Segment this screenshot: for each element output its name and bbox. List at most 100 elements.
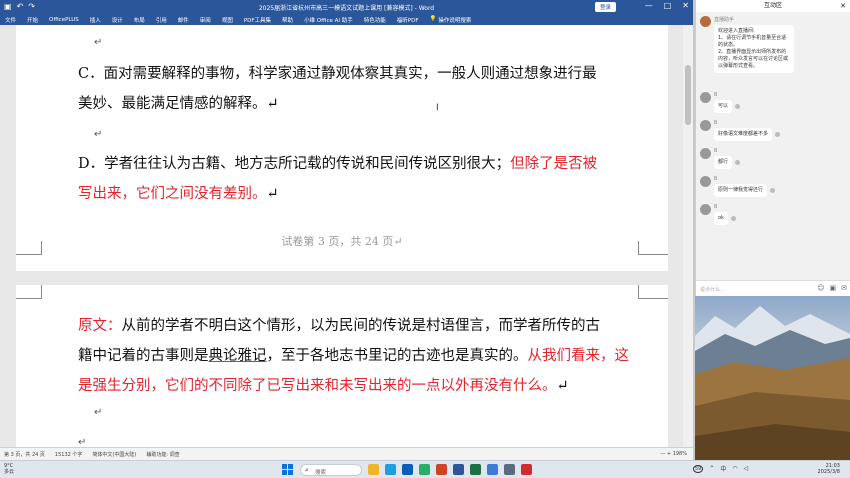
tab-ai-assistant[interactable]: 小维 Office AI 助手	[304, 16, 353, 24]
tab-features[interactable]: 特色功能	[364, 16, 386, 24]
document-page-4[interactable]: 原文：从前的学者不明白这个情形，以为民间的传说是村语俚言，而学者所传的古 籍中记…	[16, 285, 668, 447]
vertical-scrollbar[interactable]	[683, 25, 693, 447]
option-c-line-2: 美妙、最能满足情感的解释。↵	[78, 96, 279, 112]
word-window: ▣ ↶ ↷ 2025届浙江省杭州市高三一模语文试题上课用 [兼容模式] - Wo…	[0, 0, 693, 460]
tab-mailings[interactable]: 邮件	[178, 16, 189, 24]
maximize-button[interactable]: □	[664, 1, 672, 10]
tell-me-search[interactable]: 💡 操作说明搜索	[429, 16, 471, 24]
ribbon-tabs: 文件 开始 OfficePLUS 插入 设计 布局 引用 邮件 审阅 视图 PD…	[0, 14, 693, 25]
chat-input[interactable]: 说点什么... ☺ ▣ ✉	[696, 280, 850, 296]
page-count[interactable]: 第 3 页，共 24 页	[4, 451, 45, 458]
option-c-paragraph[interactable]: C．面对需要解释的事物，科学家通过静观体察其真实，一般人则通过想象进行最 美妙、…	[78, 59, 638, 119]
excel-icon[interactable]	[470, 464, 481, 475]
weather-description: 多云	[4, 469, 15, 475]
status-dot-icon	[770, 188, 776, 193]
gift-icon[interactable]: ✉	[841, 284, 847, 292]
app2-icon[interactable]	[504, 464, 515, 475]
system-clock[interactable]: 21:03 2025/3/8	[818, 463, 840, 475]
source-text-1: 从前的学者不明白这个情形，以为民间的传说是村语俚言，而学者所传的古	[121, 318, 601, 334]
search-icon: ⌕	[305, 466, 309, 474]
sender-name: B	[714, 176, 718, 182]
tab-foxit-pdf[interactable]: 福昕PDF	[397, 16, 419, 24]
tab-layout[interactable]: 布局	[134, 16, 145, 24]
tab-pdf-tools[interactable]: PDF工具集	[244, 16, 271, 24]
chat-message: B 好像语文难度都差不多	[700, 120, 781, 141]
smile-icon[interactable]: ☺	[817, 284, 824, 292]
chevron-up-icon[interactable]: ⌃	[709, 465, 714, 472]
tab-design[interactable]: 设计	[112, 16, 123, 24]
window-controls: — □ ✕	[645, 1, 689, 10]
paragraph-mark: ↵	[94, 407, 103, 418]
word-count[interactable]: 15132 个字	[55, 451, 83, 458]
paragraph-mark: ↵	[94, 37, 103, 48]
powerpoint-icon[interactable]	[436, 464, 447, 475]
page-footer: 试卷第 3 页，共 24 页↵	[281, 235, 403, 248]
sender-name: B	[714, 204, 718, 210]
app-icon[interactable]	[487, 464, 498, 475]
crop-mark	[16, 254, 42, 268]
message-text: 好像语文难度都差不多	[714, 128, 773, 141]
document-title: 2025届浙江省杭州市高三一模语文试题上课用 [兼容模式] - Word	[258, 5, 435, 12]
chat-message: B ok	[700, 204, 736, 225]
speaker-icon[interactable]: ◁	[744, 465, 749, 472]
source-text-paragraph[interactable]: 原文：从前的学者不明白这个情形，以为民间的传说是村语俚言，而学者所传的古 籍中记…	[78, 311, 658, 401]
input-language[interactable]: 中	[720, 464, 726, 473]
tab-officeplus[interactable]: OfficePLUS	[49, 17, 79, 23]
taskbar-search[interactable]: ⌕ 搜索	[300, 464, 362, 476]
welcome-message: 欢迎进入直播间: 1、请在行调节手机音量至合适的状态。 2、直播界面显示出师所发…	[714, 25, 794, 73]
crop-mark	[638, 241, 652, 255]
title-bar: ▣ ↶ ↷ 2025届浙江省杭州市高三一模语文试题上课用 [兼容模式] - Wo…	[0, 0, 693, 14]
text-cursor-icon: I	[436, 103, 439, 113]
system-tray: 59 ⌃ 中 ◠ ◁	[693, 464, 748, 473]
wifi-icon[interactable]: ◠	[732, 465, 737, 472]
tab-home[interactable]: 开始	[27, 16, 38, 24]
avatar	[700, 204, 711, 215]
panel-title: 互动区	[763, 2, 782, 9]
login-button[interactable]: 登录	[595, 2, 617, 12]
zoom-control[interactable]: — + 198%	[660, 451, 687, 457]
tab-view[interactable]: 视图	[222, 16, 233, 24]
option-d-paragraph[interactable]: D．学者往往认为古籍、地方志所记载的传说和民间传说区别很大；但除了是否被 写出来…	[78, 149, 638, 209]
image-icon[interactable]: ▣	[830, 284, 837, 292]
status-dot-icon	[775, 132, 781, 137]
sender-name: 直播助手	[714, 17, 735, 23]
notification-badge[interactable]: 59	[693, 464, 704, 473]
message-text: 原则一律我觉得还行	[714, 184, 768, 197]
crop-mark	[28, 241, 42, 255]
option-c-line-1: C．面对需要解释的事物，科学家通过静观体察其真实，一般人则通过想象进行最	[78, 66, 597, 82]
taskbar-apps	[368, 464, 532, 475]
minimize-button[interactable]: —	[645, 1, 653, 10]
close-icon[interactable]: ✕	[840, 0, 846, 12]
edge-icon[interactable]	[385, 464, 396, 475]
status-dot-icon	[735, 104, 741, 109]
tab-insert[interactable]: 插入	[90, 16, 101, 24]
tab-file[interactable]: 文件	[5, 16, 16, 24]
chat-message: B 原则一律我觉得还行	[700, 176, 776, 197]
tab-help[interactable]: 帮助	[282, 16, 293, 24]
windows-start-icon[interactable]	[282, 464, 293, 475]
message-text: ok	[714, 212, 728, 225]
app3-icon[interactable]	[521, 464, 532, 475]
avatar	[700, 16, 711, 27]
tab-review[interactable]: 审阅	[200, 16, 211, 24]
store-icon[interactable]	[402, 464, 413, 475]
taskbar: 9°C 多云 ⌕ 搜索 59 ⌃ 中 ◠ ◁ 21:03 2025/3/8	[0, 460, 850, 478]
paragraph-mark: ↵	[266, 186, 279, 202]
crop-mark	[638, 298, 668, 312]
sender-name: B	[714, 92, 718, 98]
scrollbar-thumb[interactable]	[685, 65, 691, 125]
document-page-3[interactable]: ↵ C．面对需要解释的事物，科学家通过静观体察其真实，一般人则通过想象进行最 美…	[16, 25, 668, 271]
wechat-icon[interactable]	[419, 464, 430, 475]
avatar	[700, 176, 711, 187]
language-status[interactable]: 简体中文(中国大陆)	[92, 451, 136, 458]
weather-widget[interactable]: 9°C 多云	[4, 463, 14, 475]
paragraph-mark: ↵	[78, 437, 87, 447]
word-icon[interactable]	[453, 464, 464, 475]
accessibility-status[interactable]: 辅助功能: 调查	[146, 451, 179, 458]
tab-references[interactable]: 引用	[156, 16, 167, 24]
document-canvas[interactable]: ↵ C．面对需要解释的事物，科学家通过静观体察其真实，一般人则通过想象进行最 美…	[0, 25, 693, 447]
search-placeholder: 搜索	[315, 470, 327, 476]
close-button[interactable]: ✕	[682, 1, 689, 10]
tell-me-label: 操作说明搜索	[438, 17, 472, 24]
file-explorer-icon[interactable]	[368, 464, 379, 475]
